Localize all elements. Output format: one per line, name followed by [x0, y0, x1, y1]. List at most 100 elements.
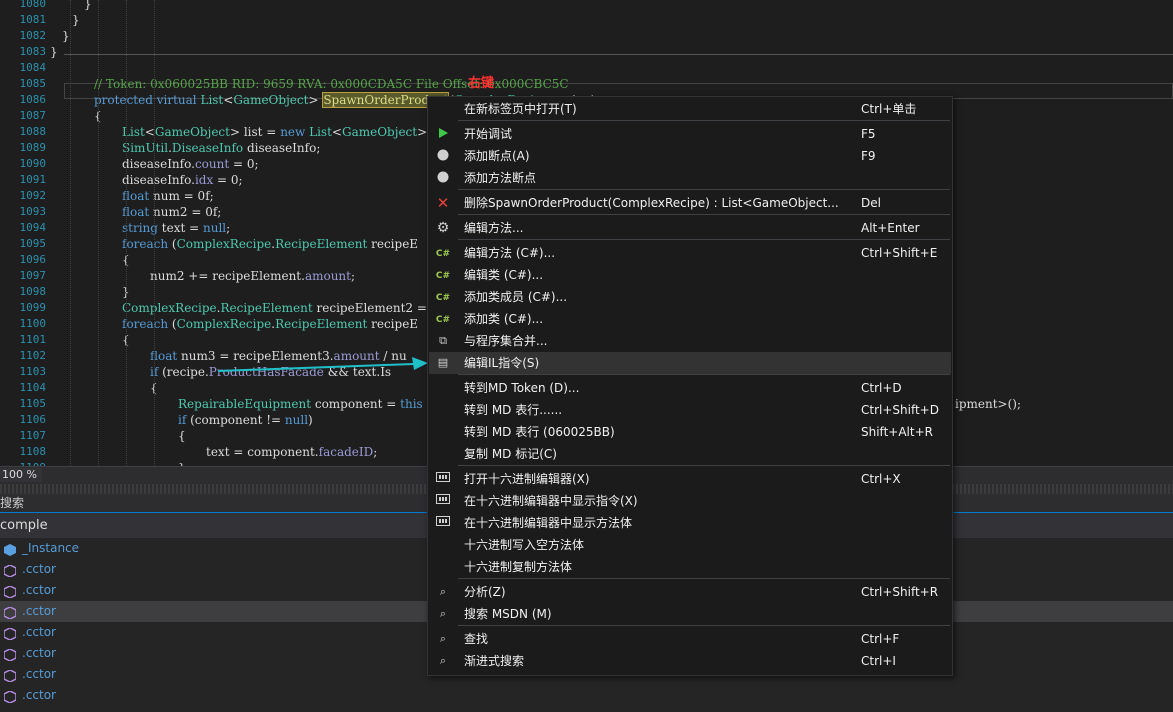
- menu-item-label: 查找: [464, 632, 489, 646]
- menu-item-label: 转到 MD 表行 (060025BB): [464, 425, 615, 439]
- indent-guide: [98, 0, 99, 466]
- menu-item[interactable]: ⚙ 编辑方法... Alt+Enter: [429, 217, 951, 239]
- line-number: 1108: [19, 445, 47, 458]
- menu-separator: [458, 625, 950, 626]
- menu-item[interactable]: 在十六进制编辑器中显示方法体: [429, 512, 951, 534]
- menu-item[interactable]: 转到MD Token (D)... Ctrl+D: [429, 377, 951, 399]
- menu-item[interactable]: 在十六进制编辑器中显示指令(X): [429, 490, 951, 512]
- line-number: 1099: [19, 301, 47, 314]
- menu-item-label: 添加类成员 (C#)...: [464, 290, 568, 304]
- menu-item-label: 打开十六进制编辑器(X): [464, 472, 590, 486]
- menu-item-label: 添加类 (C#)...: [464, 312, 544, 326]
- method-icon: [3, 563, 17, 578]
- menu-item[interactable]: ⌕ 查找 Ctrl+F: [429, 628, 951, 650]
- method-icon: [3, 668, 17, 683]
- menu-item[interactable]: 十六进制复制方法体: [429, 556, 951, 578]
- method-icon: [3, 689, 17, 704]
- line-number: 1097: [19, 269, 47, 282]
- menu-item[interactable]: ✕ 删除SpawnOrderProduct(ComplexRecipe) : Li…: [429, 192, 951, 214]
- search-result-row[interactable]: .cctor: [0, 685, 1173, 706]
- indent-guide: [70, 0, 71, 466]
- hex-icon: [435, 516, 451, 530]
- menu-item-shortcut: Shift+Alt+R: [861, 425, 933, 439]
- hex-icon: [435, 472, 451, 486]
- code-line: ComplexRecipe.RecipeElement recipeElemen…: [122, 301, 427, 315]
- menu-separator: [458, 189, 950, 190]
- menu-item-label: 搜索 MSDN (M): [464, 607, 552, 621]
- code-line: diseaseInfo.idx = 0;: [122, 173, 243, 187]
- delete-icon: ✕: [436, 194, 450, 212]
- code-line: }: [62, 29, 70, 43]
- menu-item[interactable]: ⌕ 搜索 MSDN (M): [429, 603, 951, 625]
- menu-item[interactable]: 打开十六进制编辑器(X) Ctrl+X: [429, 468, 951, 490]
- menu-item-label: 编辑类 (C#)...: [464, 268, 544, 282]
- code-line: diseaseInfo.count = 0;: [122, 157, 259, 171]
- menu-item[interactable]: C# 编辑类 (C#)...: [429, 264, 951, 286]
- menu-item[interactable]: ⌕ 渐进式搜索 Ctrl+I: [429, 650, 951, 672]
- menu-item-label: 在新标签页中打开(T): [464, 102, 577, 116]
- line-number: 1082: [19, 29, 47, 42]
- menu-item[interactable]: C# 添加类 (C#)...: [429, 308, 951, 330]
- code-line: num2 += recipeElement.amount;: [150, 269, 356, 283]
- code-line: }: [50, 45, 58, 59]
- indent-guide: [126, 0, 127, 466]
- menu-item-shortcut: Ctrl+X: [861, 472, 901, 486]
- menu-item-label: 转到 MD 表行......: [464, 403, 563, 417]
- code-line: SimUtil.DiseaseInfo diseaseInfo;: [122, 141, 321, 155]
- menu-item-label: 编辑IL指令(S): [464, 356, 540, 370]
- method-icon: [3, 626, 17, 641]
- menu-item[interactable]: ▤ 编辑IL指令(S): [429, 352, 951, 374]
- menu-item[interactable]: ⌕ 分析(Z) Ctrl+Shift+R: [429, 581, 951, 603]
- line-number: 1083: [19, 45, 47, 58]
- menu-item-shortcut: Ctrl+D: [861, 381, 902, 395]
- code-line: float num2 = 0f;: [122, 205, 222, 219]
- menu-item[interactable]: 转到 MD 表行...... Ctrl+Shift+D: [429, 399, 951, 421]
- menu-item[interactable]: 添加方法断点: [429, 167, 951, 189]
- menu-separator: [458, 374, 950, 375]
- menu-item[interactable]: 在新标签页中打开(T) Ctrl+单击: [429, 98, 951, 120]
- menu-item-shortcut: Ctrl+F: [861, 632, 900, 646]
- analyze-icon: ⌕: [439, 585, 447, 598]
- code-line-tail: ipment>();: [955, 397, 1022, 411]
- menu-item-shortcut: Ctrl+Shift+D: [861, 403, 939, 417]
- menu-item-shortcut: Ctrl+单击: [861, 102, 917, 116]
- search-icon: ⌕: [439, 654, 447, 667]
- menu-item-label: 渐进式搜索: [464, 654, 525, 668]
- search-title-text: 搜索: [0, 496, 25, 510]
- menu-item[interactable]: 添加断点(A) F9: [429, 145, 951, 167]
- line-number: 1096: [19, 253, 47, 266]
- menu-item[interactable]: 开始调试 F5: [429, 123, 951, 145]
- menu-item-label: 在十六进制编辑器中显示方法体: [464, 516, 633, 530]
- line-number: 1101: [19, 333, 47, 346]
- zoom-level[interactable]: 100 %: [0, 468, 42, 482]
- menu-item-label: 与程序集合并...: [464, 334, 548, 348]
- line-number: 1105: [19, 397, 47, 410]
- line-number: 1089: [19, 141, 47, 154]
- context-menu: 在新标签页中打开(T) Ctrl+单击开始调试 F5 添加断点(A) F9 添加方法断点 ✕…: [427, 96, 953, 676]
- search-icon: ⌕: [439, 632, 447, 645]
- menu-item-label: 转到MD Token (D)...: [464, 381, 580, 395]
- line-number: 1094: [19, 221, 47, 234]
- line-number: 1102: [19, 349, 47, 362]
- menu-item-shortcut: Alt+Enter: [861, 221, 920, 235]
- line-number: 1100: [19, 317, 47, 330]
- menu-separator: [458, 578, 950, 579]
- menu-item[interactable]: C# 编辑方法 (C#)... Ctrl+Shift+E: [429, 242, 951, 264]
- menu-item-shortcut: F9: [861, 149, 876, 163]
- menu-item[interactable]: 十六进制写入空方法体: [429, 534, 951, 556]
- menu-item[interactable]: C# 添加类成员 (C#)...: [429, 286, 951, 308]
- menu-item-label: 添加方法断点: [464, 171, 537, 185]
- csharp-icon: C#: [435, 271, 451, 281]
- indent-guide: [154, 0, 155, 466]
- method-separator: [64, 54, 1173, 55]
- code-line: }: [84, 0, 92, 11]
- code-line: {: [178, 429, 186, 443]
- menu-item[interactable]: ⧉ 与程序集合并...: [429, 330, 951, 352]
- line-number: 1087: [19, 109, 47, 122]
- menu-item-shortcut: Ctrl+Shift+E: [861, 246, 938, 260]
- method-icon: [3, 584, 17, 599]
- annotation-arrow: [217, 357, 428, 372]
- code-line: List<GameObject> list = new List<GameObj…: [122, 125, 428, 139]
- menu-item[interactable]: 复制 MD 标记(C): [429, 443, 951, 465]
- menu-item[interactable]: 转到 MD 表行 (060025BB) Shift+Alt+R: [429, 421, 951, 443]
